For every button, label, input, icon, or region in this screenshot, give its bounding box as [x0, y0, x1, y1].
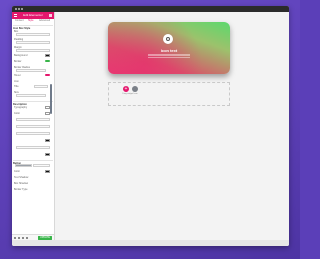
dimension-input[interactable] — [16, 125, 50, 128]
settings-icon[interactable] — [14, 237, 16, 239]
dimension-input[interactable] — [16, 146, 50, 149]
close-window-dot[interactable] — [15, 8, 17, 10]
history-icon[interactable] — [22, 237, 24, 239]
setting-label: Border Type — [14, 188, 28, 191]
card-title: Icon text — [160, 48, 178, 53]
sidebar-title: Edit Elementor — [23, 13, 43, 17]
setting-label: Text Shadow — [14, 176, 29, 179]
card-description — [148, 54, 190, 58]
maximize-window-dot[interactable] — [21, 8, 23, 10]
section-header[interactable]: Description — [13, 101, 53, 106]
setting-label: Typography — [14, 106, 28, 109]
minimize-window-dot[interactable] — [18, 8, 20, 10]
setting-label: Border — [14, 60, 22, 63]
sidebar-tabs: Content Style Advanced — [12, 19, 54, 23]
responsive-icon[interactable] — [26, 237, 28, 239]
toggle-switch[interactable] — [45, 74, 50, 76]
setting-label: Background — [14, 54, 28, 57]
drag-widget-text: Drag widget here — [122, 93, 138, 95]
tab-advanced[interactable]: Advanced — [39, 19, 50, 23]
folder-icon[interactable] — [132, 86, 138, 92]
navigator-icon[interactable] — [18, 237, 20, 239]
sidebar-header: Edit Elementor — [12, 12, 54, 19]
icon-box-card[interactable]: Icon text — [108, 22, 230, 74]
setting-label: Title — [14, 85, 19, 88]
grid-icon[interactable] — [49, 14, 52, 17]
dimension-input[interactable] — [16, 132, 50, 135]
setting-label: Icon — [14, 80, 19, 83]
dimension-input[interactable] — [16, 118, 50, 121]
tab-normal[interactable] — [15, 164, 32, 167]
tab-style[interactable]: Style — [28, 19, 34, 23]
slider-control[interactable] — [16, 69, 46, 72]
sidebar-scrollbar[interactable] — [50, 84, 52, 114]
color-picker-swatch[interactable] — [45, 170, 50, 173]
setting-label: Hover — [14, 74, 21, 77]
slider-control[interactable] — [16, 94, 46, 97]
preview-canvas: Icon text + Drag widget here — [55, 12, 289, 240]
color-picker-swatch[interactable] — [45, 139, 50, 142]
window-bottom-bar — [12, 240, 289, 246]
select-dropdown[interactable] — [34, 85, 48, 88]
toggle-switch[interactable] — [45, 60, 50, 62]
setting-label: Box Shadow — [14, 182, 29, 185]
plus-icon[interactable]: + — [123, 86, 129, 92]
editor-sidebar: Edit Elementor Content Style Advanced Ic… — [12, 12, 55, 241]
eye-icon — [163, 34, 173, 44]
dimension-input[interactable] — [16, 49, 50, 52]
tab-content[interactable]: Content — [15, 19, 24, 23]
editor-window: Edit Elementor Content Style Advanced Ic… — [12, 6, 289, 246]
dimension-input[interactable] — [16, 41, 50, 44]
color-picker-swatch[interactable] — [45, 54, 50, 57]
setting-label: Color — [14, 170, 20, 173]
dimension-input[interactable] — [16, 33, 50, 36]
setting-label: Color — [14, 112, 20, 115]
section-header[interactable]: Icon Box Style — [13, 25, 53, 30]
tab-hover[interactable] — [33, 164, 50, 167]
color-picker-swatch[interactable] — [45, 153, 50, 156]
